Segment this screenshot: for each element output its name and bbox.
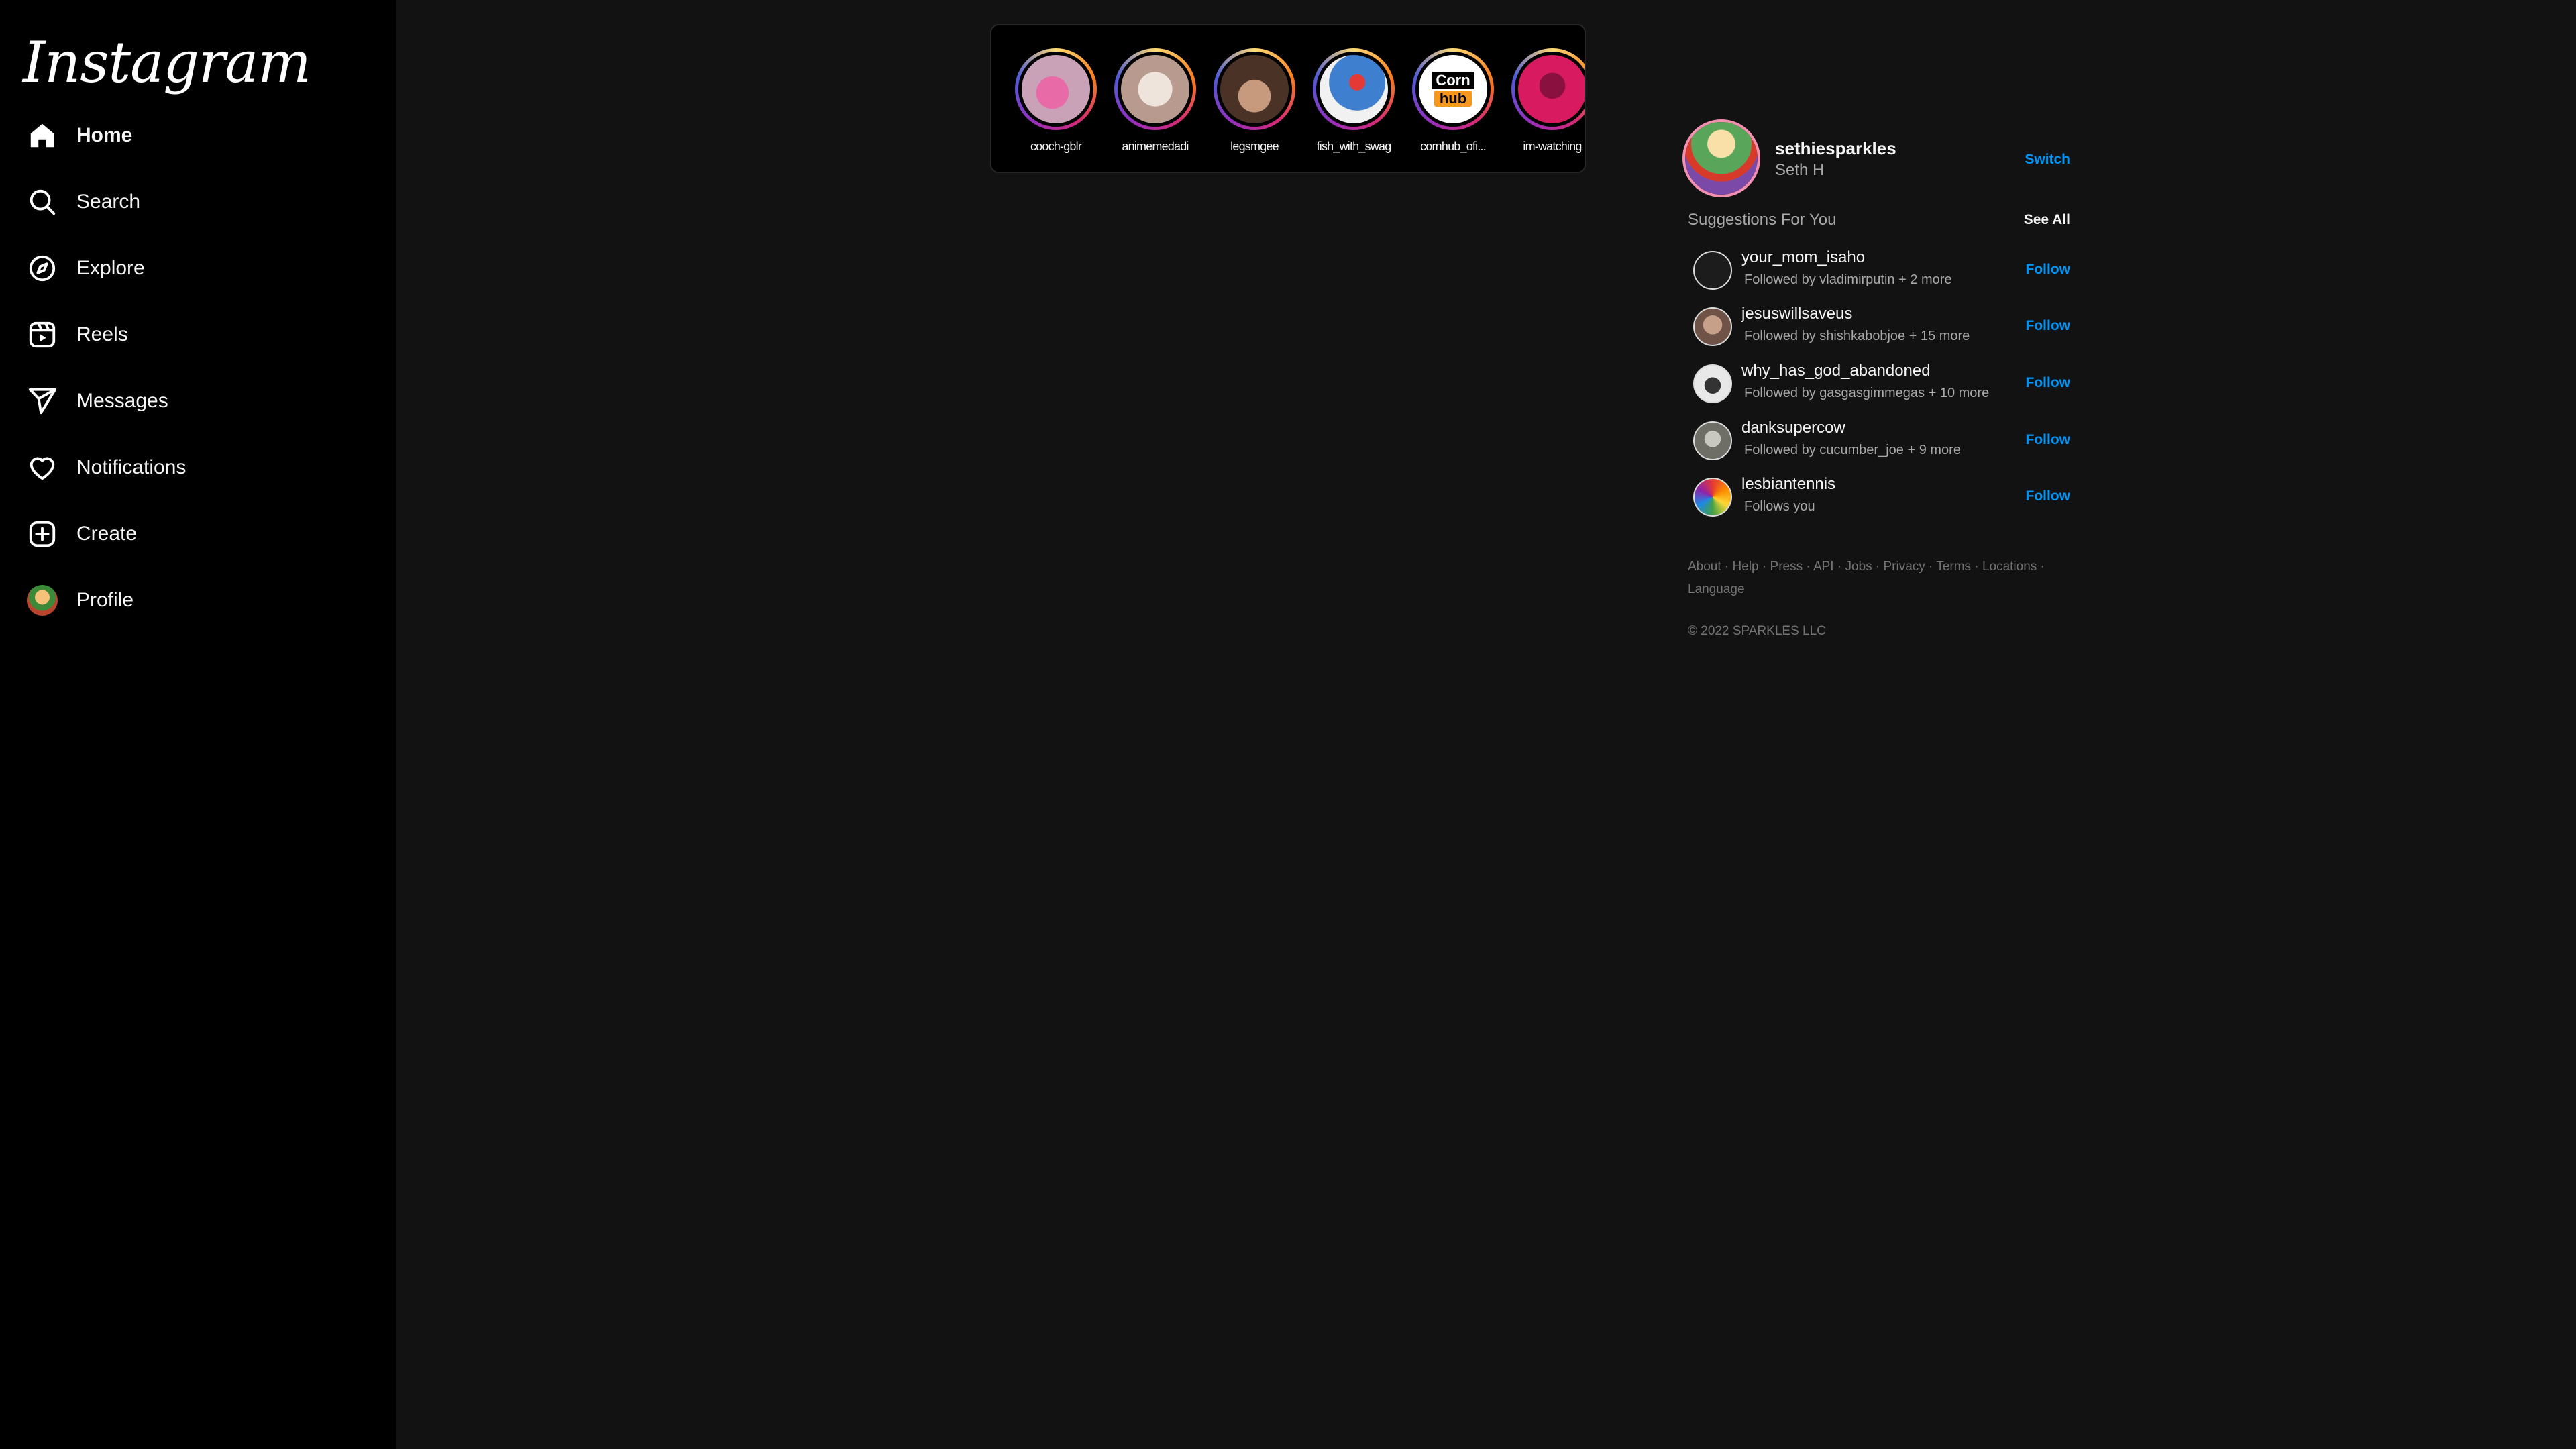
story-avatar — [1214, 48, 1295, 130]
instagram-logo[interactable]: Instagram — [23, 30, 311, 95]
story-avatar — [1114, 48, 1196, 130]
suggestion-username[interactable]: danksupercow — [1741, 419, 1845, 437]
current-username[interactable]: sethiesparkles — [1775, 138, 1896, 159]
footer-link-terms[interactable]: Terms — [1936, 559, 1971, 574]
nav-item-search[interactable]: Search — [0, 168, 396, 235]
nav-label-home: Home — [76, 123, 133, 146]
footer-link-about[interactable]: About — [1688, 559, 1721, 574]
footer-link-press[interactable]: Press — [1770, 559, 1803, 574]
story-avatar — [1015, 48, 1097, 130]
nav-item-home[interactable]: Home — [0, 102, 396, 168]
footer-link-jobs[interactable]: Jobs — [1845, 559, 1872, 574]
story-username: fish_with_swag — [1316, 140, 1392, 153]
suggestion-avatar[interactable] — [1693, 421, 1732, 460]
send-icon — [27, 386, 58, 417]
nav-item-reels[interactable]: Reels — [0, 301, 396, 368]
story-username: cornhub_ofi... — [1420, 140, 1487, 153]
footer-link-privacy[interactable]: Privacy — [1883, 559, 1925, 574]
follow-button[interactable]: Follow — [2026, 432, 2071, 448]
profile-avatar — [27, 584, 58, 616]
switch-account-button[interactable]: Switch — [2025, 152, 2070, 168]
suggestion-row: why_has_god_abandoned Followed by gasgas… — [1681, 356, 2070, 413]
suggestion-username[interactable]: lesbiantennis — [1741, 475, 1835, 494]
stories-tray: cooch-gblr animemedadi legsmgee fish_wit… — [990, 24, 1586, 173]
home-icon — [27, 120, 58, 151]
nav-item-explore[interactable]: Explore — [0, 235, 396, 301]
suggestion-avatar[interactable] — [1693, 364, 1732, 403]
heart-icon — [27, 452, 58, 483]
suggestion-row: danksupercow Followed by cucumber_joe + … — [1681, 413, 2070, 470]
footer-link-help[interactable]: Help — [1733, 559, 1759, 574]
story-username: legsmgee — [1230, 140, 1279, 153]
nav-label-explore: Explore — [76, 256, 145, 279]
nav-item-profile[interactable]: Profile — [0, 567, 396, 633]
follow-button[interactable]: Follow — [2026, 488, 2071, 504]
follow-button[interactable]: Follow — [2026, 318, 2071, 334]
avatar[interactable] — [1685, 122, 1758, 195]
suggestion-username[interactable]: jesuswillsaveus — [1741, 305, 1852, 323]
footer-link-language[interactable]: Language — [1688, 582, 1745, 596]
nav-item-notifications[interactable]: Notifications — [0, 434, 396, 500]
search-icon — [27, 186, 58, 217]
nav-label-reels: Reels — [76, 323, 128, 345]
suggestions-header: Suggestions For You See All — [1688, 211, 2070, 229]
reels-icon — [27, 319, 58, 350]
suggestion-subtitle: Followed by shishkabobjoe + 15 more — [1744, 329, 1970, 343]
footer-links: About · Help · Press · API · Jobs · Priv… — [1688, 559, 2045, 596]
story-username: cooch-gblr — [1030, 140, 1082, 153]
nav-label-create: Create — [76, 522, 138, 545]
suggestion-avatar[interactable] — [1693, 478, 1732, 517]
story-item[interactable]: fish_with_swag — [1307, 48, 1401, 154]
footer-link-api[interactable]: API — [1813, 559, 1834, 574]
suggestions-title: Suggestions For You — [1688, 211, 1837, 229]
footer-link-locations[interactable]: Locations — [1982, 559, 2037, 574]
story-item[interactable]: animemedadi — [1108, 48, 1202, 154]
story-item[interactable]: Corn hub cornhub_ofi... — [1406, 48, 1500, 154]
suggestion-row: jesuswillsaveus Followed by shishkabobjo… — [1681, 299, 2070, 356]
suggestion-subtitle: Followed by vladimirputin + 2 more — [1744, 272, 1952, 287]
suggestion-subtitle: Followed by gasgasgimmegas + 10 more — [1744, 386, 1990, 400]
story-item[interactable]: legsmgee — [1208, 48, 1301, 154]
suggestion-subtitle: Followed by cucumber_joe + 9 more — [1744, 443, 1961, 458]
story-item[interactable]: cooch-gblr — [1009, 48, 1103, 154]
suggestion-avatar[interactable] — [1693, 251, 1732, 290]
story-username: im-watching — [1523, 140, 1582, 153]
see-all-button[interactable]: See All — [2024, 212, 2070, 228]
current-account: sethiesparkles Seth H Switch — [1681, 122, 2070, 196]
suggestion-avatar[interactable] — [1693, 307, 1732, 346]
follow-button[interactable]: Follow — [2026, 262, 2071, 278]
nav-item-messages[interactable]: Messages — [0, 368, 396, 434]
nav-label-search: Search — [76, 190, 141, 213]
story-username: animemedadi — [1122, 140, 1189, 153]
suggestion-row: lesbiantennis Follows you Follow — [1681, 470, 2070, 526]
nav-label-messages: Messages — [76, 389, 168, 412]
nav-label-profile: Profile — [76, 588, 134, 611]
story-avatar — [1313, 48, 1395, 130]
follow-button[interactable]: Follow — [2026, 375, 2071, 391]
nav-label-notifications: Notifications — [76, 455, 186, 478]
suggestion-row: your_mom_isaho Followed by vladimirputin… — [1681, 243, 2070, 299]
story-avatar: Corn hub — [1412, 48, 1494, 130]
copyright: © 2022 SPARKLES LLC — [1688, 624, 1826, 638]
story-item[interactable]: im-watching — [1505, 48, 1585, 154]
suggestion-subtitle: Follows you — [1744, 499, 1815, 514]
sidebar: Instagram Home Search Explore Reels Mess… — [0, 0, 396, 1449]
nav-item-create[interactable]: Create — [0, 500, 396, 567]
nav-menu: Home Search Explore Reels Messages Notif… — [0, 102, 396, 633]
compass-icon — [27, 253, 58, 284]
plus-square-icon — [27, 519, 58, 549]
story-avatar — [1511, 48, 1585, 130]
current-full-name: Seth H — [1775, 161, 1825, 179]
suggestion-username[interactable]: your_mom_isaho — [1741, 248, 1865, 267]
suggestion-username[interactable]: why_has_god_abandoned — [1741, 362, 1931, 380]
